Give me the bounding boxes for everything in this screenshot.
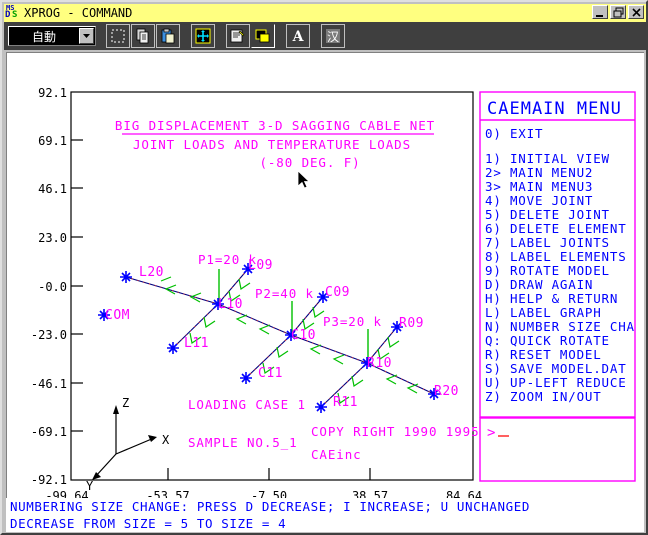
toolbar-group-font: A [286,24,311,48]
status-line-2: DECREASE FROM SIZE = 5 TO SIZE = 4 [6,515,644,532]
joint-label: C10 [291,328,316,343]
status-line-1: NUMBERING SIZE CHANGE: PRESS D DECREASE;… [6,498,644,515]
joint-label: C09 [325,285,350,300]
y-tick-label: 92.1 [38,86,67,100]
joint-label: R09 [399,316,424,331]
menu-item-initial-view: 1) INITIAL VIEW [485,151,610,166]
properties-icon[interactable] [226,24,250,48]
menu-item-exit: 0) EXIT [485,126,543,141]
background-icon[interactable] [251,24,275,48]
annotation-company: CAEinc [311,447,362,462]
restore-button[interactable] [610,5,626,19]
close-button[interactable] [628,5,644,19]
plot-svg: 92.1 69.1 46.1 23.0 -0.0 -23.0 -46.1 -69… [7,53,644,531]
prompt-cursor [498,435,509,437]
toolbar-group-edit [106,24,181,48]
mark-icon[interactable] [106,24,130,48]
mode-select[interactable]: 自動 [8,26,96,46]
load-label-p2: P2=40 k [255,286,314,301]
y-tick-label: 69.1 [38,134,67,148]
joint-label: R10 [367,356,392,371]
annotation-loading-case: LOADING CASE 1 [188,397,306,412]
annotation-copyright: COPY RIGHT 1990 1995 [311,424,480,439]
menu-item-rotate-model: 9) ROTATE MODEL [485,263,610,278]
menu-item-up-left-reduce: U) UP-LEFT REDUCE [485,375,627,390]
annotation-sample-no: SAMPLE NO.5_1 [188,435,298,450]
menu-item-draw-again: D) DRAW AGAIN [485,277,593,292]
load-label-p1: P1=20 k [198,252,257,267]
menu-item-help-return: H) HELP & RETURN [485,291,618,306]
y-tick-label: -92.1 [31,473,67,487]
plot-canvas: 92.1 69.1 46.1 23.0 -0.0 -23.0 -46.1 -69… [7,53,644,531]
toolbar: 自動 [4,22,646,50]
menu-item-save-model: S) SAVE MODEL.DAT [485,361,627,376]
ms-dos-prog-icon: MSDS [5,5,22,21]
status-bar: NUMBERING SIZE CHANGE: PRESS D DECREASE;… [6,498,644,532]
caemain-menu-panel[interactable]: CAEMAIN MENU 0) EXIT 1) INITIAL VIEW 2> … [480,92,635,417]
joint-label: C11 [258,366,283,381]
plot-subtitle2: (-80 DEG. F) [259,155,360,170]
menu-item-reset-model: R) RESET MODEL [485,347,602,362]
menu-item-number-size: N) NUMBER SIZE CHA [485,319,635,334]
title-bar[interactable]: MSDS XPROG - COMMAND [4,4,646,22]
minimize-button[interactable] [592,5,608,19]
command-prompt-panel[interactable]: > [480,418,635,481]
y-tick-label: -0.0 [38,280,67,294]
menu-item-zoom-in-out: Z) ZOOM IN/OUT [485,389,602,404]
y-tick-label: -69.1 [31,425,67,439]
joint-label: R20 [434,384,459,399]
y-tick-label: 23.0 [38,231,67,245]
joint-label: L11 [184,336,209,351]
menu-item-label-elements: 8) LABEL ELEMENTS [485,249,627,264]
page-title: BIG DISPLACEMENT 3-D SAGGING CABLE NET [115,118,435,133]
chevron-down-icon[interactable] [79,28,94,44]
copy-icon[interactable] [131,24,155,48]
load-label-p3: P3=20 k [323,314,382,329]
y-tick-label: 46.1 [38,182,67,196]
kanji-icon[interactable]: 汉 [321,24,345,48]
joint-label: COM [105,308,130,323]
toolbar-group-settings [226,24,276,48]
menu-title: CAEMAIN MENU [487,99,622,119]
y-tick-label: -23.0 [31,328,67,342]
menu-item-quick-rotate: Q: QUICK ROTATE [485,333,610,348]
joint-label: L10 [218,297,243,312]
y-axis-labels: 92.1 69.1 46.1 23.0 -0.0 -23.0 -46.1 -69… [31,86,67,487]
menu-item-delete-element: 6) DELETE ELEMENT [485,221,627,236]
toolbar-group-ime: 汉 [321,24,346,48]
prompt-caret: > [487,425,495,441]
axis-label-x: X [162,433,170,447]
y-tick-label: -46.1 [31,377,67,391]
menu-item-move-joint: 4) MOVE JOINT [485,193,593,208]
svg-text:汉: 汉 [327,30,339,44]
fullscreen-icon[interactable] [191,24,215,48]
font-icon[interactable]: A [286,24,310,48]
mode-select-value: 自動 [9,28,79,45]
window-controls [592,5,644,19]
toolbar-group-view [191,24,216,48]
joint-label: R11 [333,395,358,410]
plot-subtitle: JOINT LOADS AND TEMPERATURE LOADS [133,137,411,152]
menu-item-delete-joint: 5) DELETE JOINT [485,207,610,222]
drawing-client-area[interactable]: 92.1 69.1 46.1 23.0 -0.0 -23.0 -46.1 -69… [6,52,644,531]
axis-label-z: Z [122,396,129,410]
window-title: XPROG - COMMAND [24,6,132,20]
joint-label: L20 [139,265,164,280]
menu-item-main-menu2: 2> MAIN MENU2 [485,165,593,180]
svg-text:A: A [292,29,305,44]
menu-item-label-graph: L) LABEL GRAPH [485,305,602,320]
paste-icon[interactable] [156,24,180,48]
menu-item-main-menu3: 3> MAIN MENU3 [485,179,593,194]
application-window: MSDS XPROG - COMMAND 自動 [0,0,648,535]
menu-item-label-joints: 7) LABEL JOINTS [485,235,610,250]
axis-label-y: Y [86,479,94,493]
